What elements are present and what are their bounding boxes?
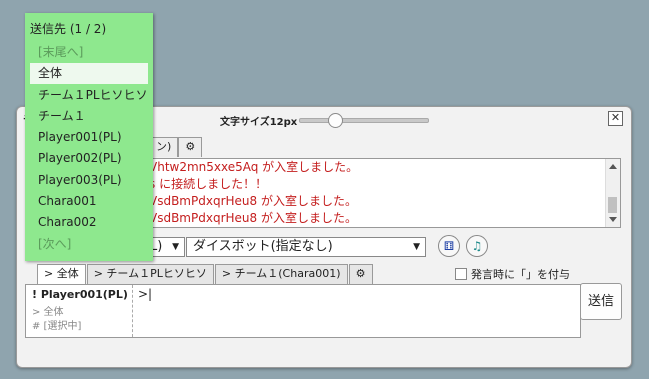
log-line: Vhtw2mn5xxe5Aq が入室しました。	[149, 160, 359, 174]
log-line: VsdBmPdxqrHeu8 が入室しました。	[149, 211, 357, 225]
chat-tab-team1-pl-whisper[interactable]: > チーム１PLヒソヒソ	[86, 264, 214, 284]
chat-compose-area: ! Player001(PL) > 全体 # [選択中] >|	[25, 284, 581, 338]
scroll-thumb[interactable]	[608, 197, 617, 213]
close-button[interactable]: ✕	[608, 111, 623, 126]
menu-item-all[interactable]: 全体	[30, 63, 148, 84]
chevron-down-icon: ▼	[413, 242, 420, 252]
font-size-slider-thumb[interactable]	[328, 113, 343, 128]
sender-name: ! Player001(PL)	[32, 288, 128, 301]
chat-tab-label: > 全体	[44, 267, 79, 280]
menu-item-chara002[interactable]: Chara002	[30, 212, 148, 233]
send-button[interactable]: 送信	[580, 283, 622, 320]
dicebot-select-value: ダイスボット(指定なし)	[193, 239, 333, 254]
chat-tab-all[interactable]: > 全体	[37, 264, 86, 285]
dicebot-select[interactable]: ダイスボット(指定なし) ▼	[186, 237, 426, 257]
chat-tab-team1-chara001[interactable]: > チーム１(Chara001)	[214, 264, 348, 284]
dice-button[interactable]: ⚅	[438, 235, 460, 257]
chevron-down-icon: ▼	[172, 242, 179, 252]
chat-tab-label: > チーム１PLヒソヒソ	[93, 267, 207, 280]
recipient-menu-header: 送信先 (1 / 2)	[30, 22, 107, 36]
scroll-down-icon[interactable]	[609, 217, 617, 222]
sender-panel[interactable]: ! Player001(PL) > 全体 # [選択中]	[26, 285, 133, 337]
bracket-option[interactable]: 発言時に「」を付与	[455, 266, 570, 282]
menu-item-player002[interactable]: Player002(PL)	[30, 148, 148, 169]
top-tab-settings-button[interactable]: ⚙	[178, 137, 203, 157]
menu-item-chara001[interactable]: Chara001	[30, 191, 148, 212]
bracket-checkbox[interactable]	[455, 268, 467, 280]
log-scrollbar[interactable]	[605, 159, 620, 227]
chat-tab-bar: > 全体 > チーム１PLヒソヒソ > チーム１(Chara001) ⚙	[37, 264, 374, 285]
gear-icon: ⚙	[355, 267, 366, 280]
font-size-slider[interactable]	[299, 113, 429, 128]
log-line: VsdBmPdxqrHeu8 が入室しました。	[149, 194, 357, 208]
bracket-option-label: 発言時に「」を付与	[471, 268, 570, 281]
dice-icon: ⚅	[443, 239, 455, 253]
menu-item-next[interactable]: [次へ]	[30, 234, 148, 255]
menu-item-to-end[interactable]: [末尾へ]	[30, 42, 148, 63]
menu-item-player003[interactable]: Player003(PL)	[30, 170, 148, 191]
scroll-up-icon[interactable]	[609, 164, 617, 169]
menu-item-team1[interactable]: チーム１	[30, 106, 148, 127]
sender-status: # [選択中]	[32, 321, 82, 332]
gear-icon: ⚙	[185, 140, 196, 153]
music-icon: ♫	[471, 239, 483, 253]
tab-log-main[interactable]: ン)	[149, 137, 179, 157]
chat-tab-settings-button[interactable]: ⚙	[348, 264, 373, 284]
top-tab-bar: ン) ⚙	[149, 137, 203, 157]
sender-target: > 全体	[32, 307, 64, 318]
tab-label: ン)	[156, 140, 172, 153]
message-input[interactable]: >|	[138, 287, 568, 333]
font-size-label: 文字サイズ12px	[220, 117, 298, 128]
close-icon: ✕	[610, 111, 621, 124]
recipient-menu: 送信先 (1 / 2) [末尾へ] 全体 チーム１PLヒソヒソ チーム１ Pla…	[25, 13, 153, 261]
menu-item-team1-pl-whisper[interactable]: チーム１PLヒソヒソ	[30, 85, 148, 106]
music-button[interactable]: ♫	[466, 235, 488, 257]
chat-tab-label: > チーム１(Chara001)	[221, 267, 341, 280]
log-line: s に接続しました！！	[149, 177, 268, 191]
menu-item-player001[interactable]: Player001(PL)	[30, 127, 148, 148]
chat-log[interactable]: Vhtw2mn5xxe5Aq が入室しました。 s に接続しました！！ VsdB…	[143, 158, 621, 228]
chat-log-lines: Vhtw2mn5xxe5Aq が入室しました。 s に接続しました！！ VsdB…	[149, 159, 604, 227]
